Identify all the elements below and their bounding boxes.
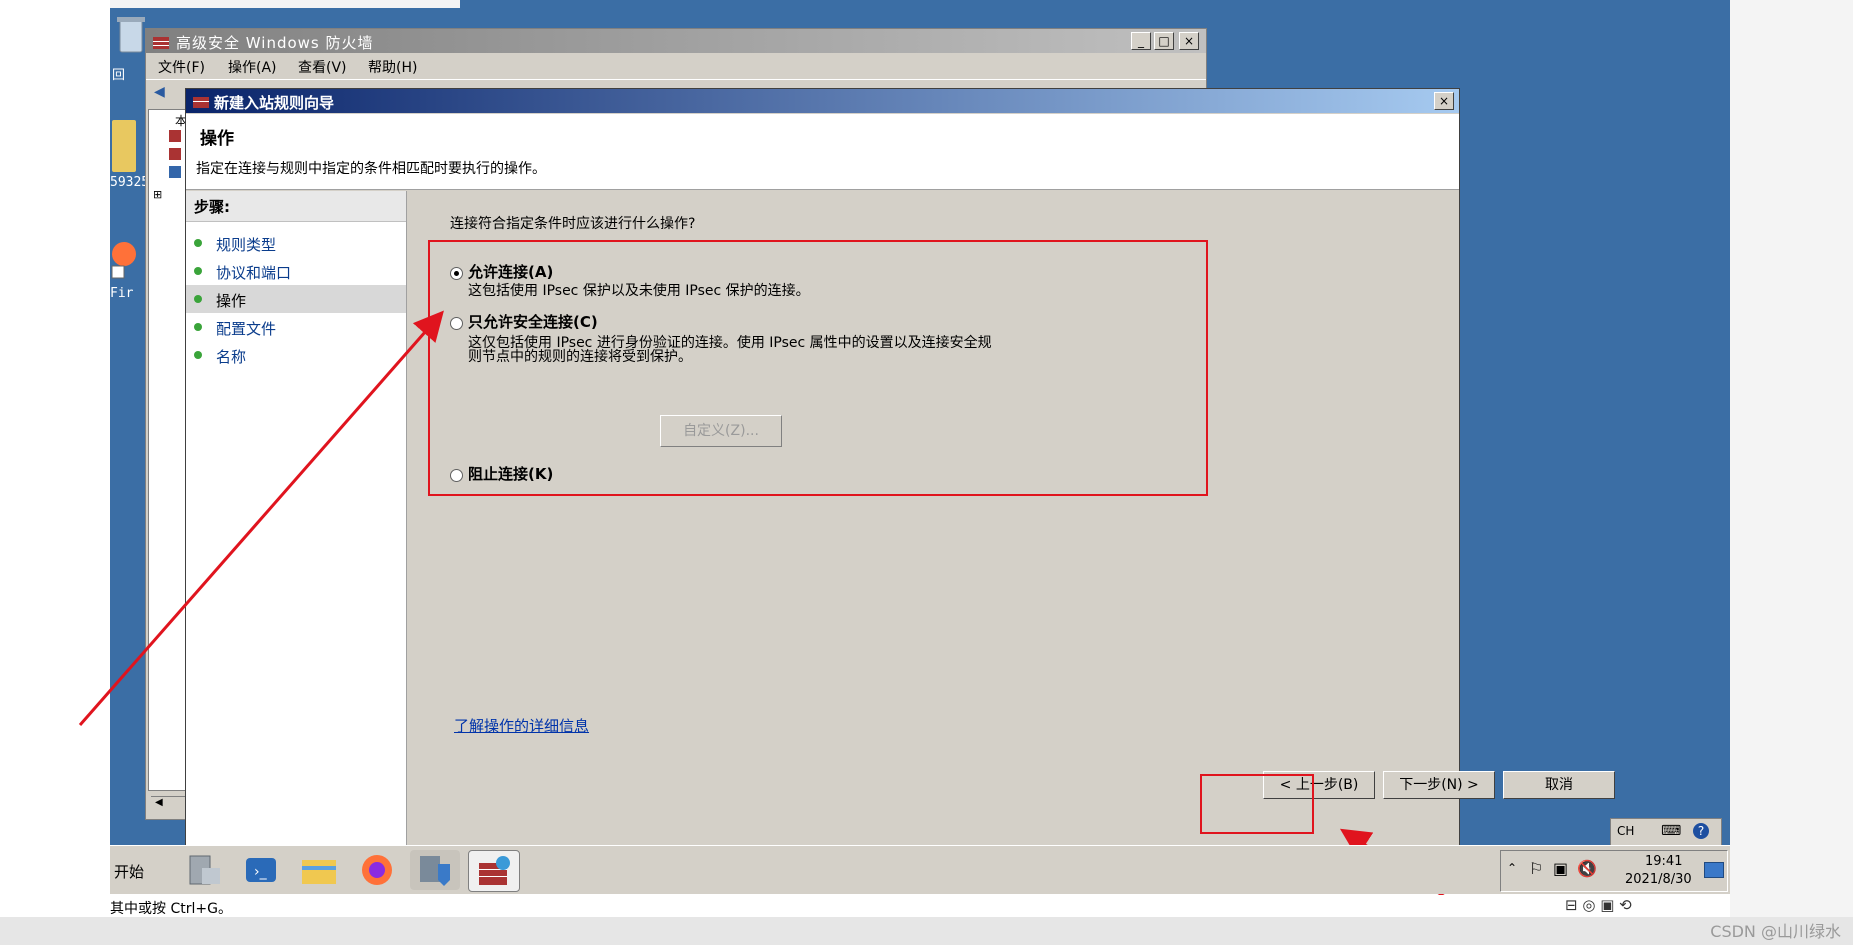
- recycle-bin-icon[interactable]: [114, 14, 148, 64]
- step-name[interactable]: 名称: [186, 341, 406, 369]
- firewall-icon: [193, 97, 209, 108]
- clock-date[interactable]: 2021/8/30: [1625, 872, 1692, 887]
- horizontal-scrollbar[interactable]: ◀: [151, 796, 187, 813]
- start-label: 开始: [114, 863, 145, 881]
- tree-node-icon[interactable]: [169, 166, 181, 178]
- question-text: 连接符合指定条件时应该进行什么操作?: [450, 216, 696, 232]
- status-hint-text: 其中或按 Ctrl+G。: [110, 901, 232, 917]
- step-label: 操作: [216, 292, 247, 310]
- firewall-icon: [153, 37, 169, 49]
- wizard-title: 新建入站规则向导: [214, 94, 335, 112]
- tree-node-icon[interactable]: [169, 148, 181, 160]
- firefox-desktop-icon[interactable]: [110, 240, 136, 280]
- language-indicator[interactable]: CH: [1617, 824, 1634, 838]
- step-label: 协议和端口: [216, 264, 292, 282]
- clock-time[interactable]: 19:41: [1645, 854, 1682, 869]
- expand-icon[interactable]: ⊞: [153, 188, 162, 201]
- steps-panel: 步骤: 规则类型 协议和端口 操作 配置文件 名称: [186, 191, 407, 846]
- step-protocol-ports[interactable]: 协议和端口: [186, 257, 406, 285]
- folder-label: 59325: [110, 175, 150, 190]
- server-manager-icon[interactable]: [178, 850, 228, 890]
- menu-help[interactable]: 帮助(H): [368, 57, 417, 77]
- mmc-title: 高级安全 Windows 防火墙: [176, 34, 374, 52]
- step-bullet-icon: [194, 323, 202, 331]
- step-label: 配置文件: [216, 320, 277, 338]
- scroll-left-icon[interactable]: ◀: [155, 797, 163, 808]
- maximize-button[interactable]: □: [1154, 32, 1174, 50]
- watermark: CSDN @山川绿水: [1710, 922, 1841, 941]
- help-icon[interactable]: ?: [1693, 823, 1709, 839]
- step-rule-type[interactable]: 规则类型: [186, 229, 406, 257]
- step-bullet-icon: [194, 295, 202, 303]
- taskbar: 开始 ›_ ⌃ ⚐ ▣ 🔇 19:41 2021/8/30: [110, 845, 1730, 894]
- options-highlight-box: [428, 240, 1208, 496]
- minimize-button[interactable]: _: [1131, 32, 1151, 50]
- page-description: 指定在连接与规则中指定的条件相匹配时要执行的操作。: [196, 161, 546, 177]
- device-icons[interactable]: ⊟ ◎ ▣ ⟲: [1565, 896, 1632, 914]
- back-arrow-icon[interactable]: ◀: [154, 84, 165, 100]
- step-bullet-icon: [194, 351, 202, 359]
- system-tray: ⌃ ⚐ ▣ 🔇: [1500, 850, 1728, 892]
- step-label: 名称: [216, 348, 247, 366]
- tree-node-icon[interactable]: [169, 130, 181, 142]
- menu-file[interactable]: 文件(F): [158, 57, 205, 77]
- step-bullet-icon: [194, 239, 202, 247]
- page-title: 操作: [200, 129, 234, 149]
- right-margin: [1730, 0, 1853, 917]
- recycle-bin-label: 回: [112, 68, 126, 83]
- step-bullet-icon: [194, 267, 202, 275]
- network-security-icon[interactable]: [410, 850, 460, 890]
- keyboard-icon[interactable]: ⌨: [1661, 823, 1681, 839]
- steps-header: 步骤:: [186, 191, 406, 222]
- mmc-tree-pane[interactable]: 本 ⊞ ◀: [148, 109, 190, 813]
- steps-title: 步骤:: [194, 198, 230, 216]
- explorer-icon[interactable]: [294, 850, 344, 890]
- svg-text:›_: ›_: [254, 864, 268, 880]
- start-button[interactable]: 开始: [110, 850, 165, 888]
- host-statusbar: 其中或按 Ctrl+G。 ⊟ ◎ ▣ ⟲: [110, 895, 1730, 917]
- step-profile[interactable]: 配置文件: [186, 313, 406, 341]
- wizard-close-button[interactable]: ×: [1434, 92, 1454, 110]
- step-label: 规则类型: [216, 236, 277, 254]
- folder-icon[interactable]: [112, 120, 136, 172]
- firewall-taskbar-icon[interactable]: [468, 850, 520, 892]
- menu-action[interactable]: 操作(A): [228, 57, 277, 77]
- mmc-menubar: 文件(F) 操作(A) 查看(V) 帮助(H): [146, 54, 1206, 76]
- tray-expand-icon[interactable]: ⌃: [1507, 861, 1517, 875]
- mmc-titlebar[interactable]: 高级安全 Windows 防火墙 _ □ ×: [146, 29, 1206, 53]
- powershell-icon[interactable]: ›_: [236, 850, 286, 890]
- show-desktop-icon[interactable]: [1704, 862, 1724, 878]
- desktop-top-strip: [110, 0, 460, 8]
- next-button-highlight-box: [1200, 774, 1314, 834]
- volume-muted-icon[interactable]: 🔇: [1577, 859, 1597, 878]
- wizard-header: 操作 指定在连接与规则中指定的条件相匹配时要执行的操作。: [186, 114, 1459, 190]
- network-icon[interactable]: ▣: [1553, 859, 1568, 878]
- step-action[interactable]: 操作: [186, 285, 406, 313]
- menu-view[interactable]: 查看(V): [298, 57, 347, 77]
- firefox-desktop-label: Fir: [110, 286, 134, 301]
- wizard-titlebar[interactable]: 新建入站规则向导 ×: [186, 89, 1459, 113]
- flag-icon[interactable]: ⚐: [1529, 859, 1543, 878]
- close-button[interactable]: ×: [1179, 32, 1199, 50]
- bottom-bar: [0, 917, 1853, 945]
- cancel-button[interactable]: 取消: [1503, 771, 1615, 799]
- next-button[interactable]: 下一步(N) >: [1383, 771, 1495, 799]
- learn-more-link[interactable]: 了解操作的详细信息: [454, 715, 589, 736]
- firefox-icon[interactable]: [352, 850, 402, 890]
- language-bar[interactable]: CH ⌨ ?: [1610, 818, 1722, 846]
